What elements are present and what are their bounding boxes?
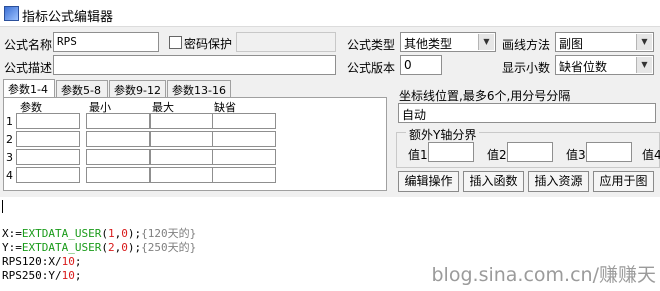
value-1-label: 值1	[408, 148, 428, 162]
password-input	[236, 32, 336, 52]
formula-type-label: 公式类型	[347, 38, 396, 52]
param-4-default-input[interactable]	[212, 167, 276, 183]
chevron-down-icon[interactable]: ▼	[478, 34, 494, 50]
watermark-text: blog.sina.com.cn/	[431, 264, 599, 286]
app-icon	[4, 6, 19, 21]
param-4-name-input[interactable]	[16, 167, 80, 183]
decimal-places-select[interactable]: 缺省位数 ▼	[555, 55, 654, 75]
formula-name-label: 公式名称	[4, 38, 53, 52]
code-token: (	[101, 241, 108, 254]
code-number: 0	[121, 241, 128, 254]
param-4-max-input[interactable]	[150, 167, 214, 183]
insert-function-button[interactable]: 插入函数	[463, 171, 524, 192]
draw-method-select[interactable]: 副图 ▼	[555, 32, 654, 52]
draw-method-label: 画线方法	[502, 38, 551, 52]
param-4-min-input[interactable]	[86, 167, 150, 183]
row-number-3: 3	[6, 151, 13, 164]
code-number: 10	[61, 255, 75, 268]
formula-version-label: 公式版本	[347, 61, 396, 75]
code-token: );	[127, 241, 142, 254]
code-number: 0	[121, 227, 128, 240]
edit-operation-button[interactable]: 编辑操作	[398, 171, 459, 192]
code-token: );	[127, 227, 142, 240]
password-label: 密码保护	[184, 37, 233, 51]
code-line-3: RPS120:X/10;	[2, 255, 81, 269]
code-token: Y:=	[2, 241, 22, 254]
watermark-logo: 赚赚天	[598, 264, 656, 286]
formula-editor-window: 指标公式编辑器 公式名称 RPS 密码保护 公式类型 其他类型 ▼ 画线方法 副…	[0, 0, 660, 291]
param-1-name-input[interactable]	[16, 113, 80, 129]
row-number-1: 1	[6, 115, 13, 128]
value-3-input[interactable]	[586, 142, 632, 162]
axis-position-label: 坐标线位置,最多6个,用分号分隔	[399, 89, 571, 103]
code-line-4: RPS250:Y/10;	[2, 269, 81, 283]
code-line-2: Y:=EXTDATA_USER(2,0);{250天的}	[2, 241, 196, 255]
formula-version-input[interactable]: 0	[400, 55, 442, 75]
code-number: 10	[61, 269, 75, 282]
apply-to-chart-button[interactable]: 应用于图	[593, 171, 654, 192]
formula-desc-label: 公式描述	[4, 61, 53, 75]
blog-watermark: blog.sina.com.cn/赚赚天	[432, 260, 657, 287]
value-4-label: 值4	[642, 148, 660, 162]
extra-y-axis-label: 额外Y轴分界	[406, 126, 480, 143]
param-3-max-input[interactable]	[150, 149, 214, 165]
code-token: RPS250:Y/	[2, 269, 62, 282]
decimal-places-label: 显示小数	[502, 61, 551, 75]
value-2-label: 值2	[487, 148, 507, 162]
code-number: 2	[107, 241, 115, 254]
formula-desc-input[interactable]	[53, 55, 336, 75]
tab-params-1-4[interactable]: 参数1-4	[3, 79, 55, 98]
code-line-1: X:=EXTDATA_USER(1,0);{120天的}	[2, 227, 196, 241]
param-1-default-input[interactable]	[212, 113, 276, 129]
code-token: (	[101, 227, 108, 240]
code-function: EXTDATA_USER	[21, 241, 102, 254]
formula-type-value: 其他类型	[404, 37, 453, 51]
axis-position-input[interactable]: 自动	[398, 103, 656, 123]
param-2-default-input[interactable]	[212, 131, 276, 147]
param-2-min-input[interactable]	[86, 131, 150, 147]
code-function: EXTDATA_USER	[21, 227, 102, 240]
title-bar: 指标公式编辑器	[0, 0, 660, 26]
window-title: 指标公式编辑器	[22, 10, 114, 25]
code-token: RPS120:X/	[2, 255, 62, 268]
value-3-label: 值3	[566, 148, 586, 162]
draw-method-value: 副图	[559, 37, 584, 51]
param-3-min-input[interactable]	[86, 149, 150, 165]
code-comment: {250天的}	[141, 241, 197, 254]
code-token: X:=	[2, 227, 22, 240]
param-2-max-input[interactable]	[150, 131, 214, 147]
tab-params-5-8[interactable]: 参数5-8	[56, 80, 108, 97]
chevron-down-icon[interactable]: ▼	[636, 57, 652, 73]
value-1-input[interactable]	[428, 142, 474, 162]
row-number-4: 4	[6, 169, 13, 182]
param-3-default-input[interactable]	[212, 149, 276, 165]
code-comment: {120天的}	[141, 227, 197, 240]
decimal-places-value: 缺省位数	[559, 60, 608, 74]
tab-params-9-12[interactable]: 参数9-12	[109, 80, 166, 97]
param-1-max-input[interactable]	[150, 113, 214, 129]
param-1-min-input[interactable]	[86, 113, 150, 129]
insert-resource-button[interactable]: 插入资源	[528, 171, 589, 192]
text-caret	[2, 200, 3, 213]
password-checkbox[interactable]	[169, 36, 182, 49]
code-token: ;	[74, 269, 82, 282]
formula-name-input[interactable]: RPS	[53, 32, 159, 52]
code-number: 1	[107, 227, 115, 240]
tab-params-13-16[interactable]: 参数13-16	[167, 80, 231, 97]
value-2-input[interactable]	[507, 142, 553, 162]
formula-type-select[interactable]: 其他类型 ▼	[400, 32, 496, 52]
param-2-name-input[interactable]	[16, 131, 80, 147]
code-token: ;	[74, 255, 82, 268]
row-number-2: 2	[6, 133, 13, 146]
param-3-name-input[interactable]	[16, 149, 80, 165]
chevron-down-icon[interactable]: ▼	[636, 34, 652, 50]
